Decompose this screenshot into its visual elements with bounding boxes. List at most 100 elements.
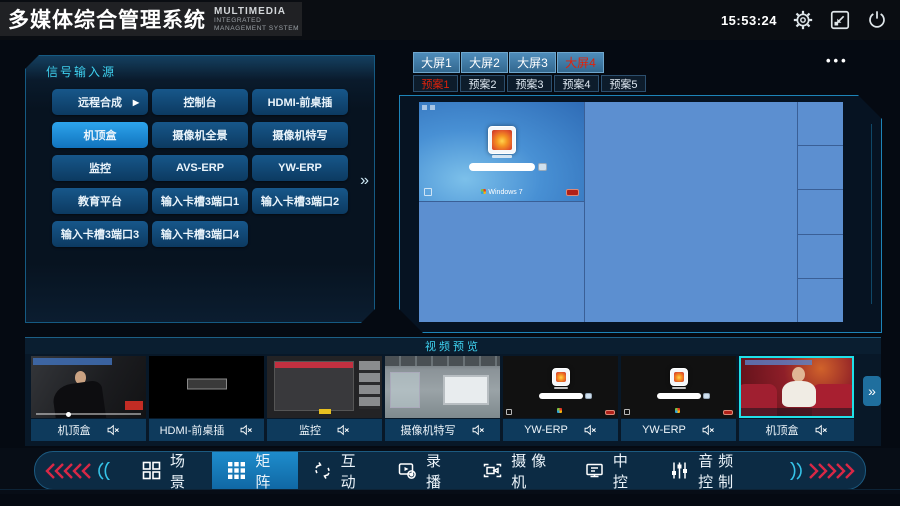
preview-item-yw-erp-2[interactable]: YW-ERP bbox=[621, 356, 736, 441]
source-button-surveillance[interactable]: 监控 bbox=[52, 155, 148, 181]
source-button-slot3-port1[interactable]: 输入卡槽3端口1 bbox=[152, 188, 248, 214]
source-button-hdmi-front-desk[interactable]: HDMI-前桌插 bbox=[252, 89, 348, 115]
wall-cell-r1[interactable] bbox=[798, 102, 843, 145]
nav-item-audio-control[interactable]: 音频控制 bbox=[655, 452, 773, 489]
tab-screen-3[interactable]: 大屏3 bbox=[509, 52, 556, 73]
mute-icon[interactable] bbox=[336, 423, 350, 437]
mute-icon[interactable] bbox=[471, 423, 485, 437]
tab-preset-2[interactable]: 预案2 bbox=[460, 75, 505, 92]
scale-window-icon[interactable] bbox=[829, 9, 851, 31]
window-corner-icons bbox=[422, 105, 435, 110]
screen-tab-bar: 大屏1 大屏2 大屏3 大屏4 bbox=[413, 52, 604, 73]
sync-arrows-icon bbox=[313, 461, 332, 480]
more-menu-icon[interactable]: ••• bbox=[826, 53, 849, 68]
source-button-slot3-port4[interactable]: 输入卡槽3端口4 bbox=[152, 221, 248, 247]
preview-label-bar: 机顶盒 bbox=[31, 419, 146, 441]
mode-nav-bar: 场景 矩阵 bbox=[34, 451, 866, 490]
preview-label-bar: YW-ERP bbox=[503, 419, 618, 441]
preview-thumb-windows-login[interactable] bbox=[621, 356, 736, 418]
decor-chevrons-left bbox=[35, 462, 123, 480]
windows-logo-label: Windows 7 bbox=[480, 189, 522, 196]
preview-label-bar: 摄像机特写 bbox=[385, 419, 500, 441]
source-button-yw-erp[interactable]: YW-ERP bbox=[252, 155, 348, 181]
tab-screen-2[interactable]: 大屏2 bbox=[461, 52, 508, 73]
preview-label-bar: HDMI-前桌插 bbox=[149, 419, 264, 441]
source-button-edu-platform[interactable]: 教育平台 bbox=[52, 188, 148, 214]
settings-gear-icon[interactable] bbox=[792, 9, 814, 31]
preview-thumb-black-screen[interactable] bbox=[149, 356, 264, 418]
source-button-settop-box[interactable]: 机顶盒 bbox=[52, 122, 148, 148]
nav-item-scenes[interactable]: 场景 bbox=[127, 452, 212, 489]
wall-layout-canvas: Windows 7 bbox=[399, 95, 882, 333]
preview-label-bar: YW-ERP bbox=[621, 419, 736, 441]
audio-sliders-icon bbox=[670, 461, 689, 480]
tab-preset-4[interactable]: 预案4 bbox=[554, 75, 599, 92]
wall-cell-r4[interactable] bbox=[798, 235, 843, 278]
record-display-icon bbox=[398, 461, 417, 480]
nav-item-camera[interactable]: 摄像机 bbox=[468, 452, 570, 489]
panel-expand-chevron-icon[interactable]: » bbox=[360, 172, 369, 190]
wall-cell-r3[interactable] bbox=[798, 190, 843, 233]
wall-cell-grid: Windows 7 bbox=[419, 102, 843, 322]
preview-label-bar: 机顶盒 bbox=[739, 419, 854, 441]
preset-tab-bar: 预案1 预案2 预案3 预案4 预案5 bbox=[413, 75, 646, 92]
wall-cell-empty[interactable] bbox=[419, 202, 584, 322]
source-button-slot3-port2[interactable]: 输入卡槽3端口2 bbox=[252, 188, 348, 214]
preview-thumb-surveillance-app[interactable] bbox=[267, 356, 382, 418]
preview-thumb-windows-login[interactable] bbox=[503, 356, 618, 418]
preview-item-settop-box[interactable]: 机顶盒 bbox=[31, 356, 146, 441]
preview-thumb-office-room[interactable] bbox=[385, 356, 500, 418]
app-root: 多媒体综合管理系统 MULTIMEDIA INTEGRATED MANAGEME… bbox=[0, 0, 900, 506]
windows-user-name bbox=[492, 155, 512, 158]
tab-preset-3[interactable]: 预案3 bbox=[507, 75, 552, 92]
wall-cell-r2[interactable] bbox=[798, 146, 843, 189]
source-button-slot3-port3[interactable]: 输入卡槽3端口3 bbox=[52, 221, 148, 247]
wall-left-column: Windows 7 bbox=[419, 102, 584, 322]
mute-icon[interactable] bbox=[239, 423, 253, 437]
tab-preset-5[interactable]: 预案5 bbox=[601, 75, 646, 92]
preview-item-surveillance[interactable]: 监控 bbox=[267, 356, 382, 441]
preview-next-chevron-icon[interactable]: » bbox=[863, 376, 881, 406]
signal-source-panel: 信号输入源 远程合成 ▶ 控制台 HDMI-前桌插 机顶盒 摄像机全景 摄像机特… bbox=[25, 55, 375, 323]
preview-item-hdmi[interactable]: HDMI-前桌插 bbox=[149, 356, 264, 441]
nav-item-recording[interactable]: 录播 bbox=[383, 452, 468, 489]
control-monitor-icon bbox=[585, 461, 604, 480]
preview-item-settop-box-selected[interactable]: 机顶盒 bbox=[739, 356, 854, 441]
tab-screen-1[interactable]: 大屏1 bbox=[413, 52, 460, 73]
app-title: 多媒体综合管理系统 bbox=[8, 4, 206, 34]
preview-thumb-tv-show-red[interactable] bbox=[739, 356, 854, 418]
source-button-avs-erp[interactable]: AVS-ERP bbox=[152, 155, 248, 181]
signal-source-grid: 远程合成 ▶ 控制台 HDMI-前桌插 机顶盒 摄像机全景 摄像机特写 监控 A… bbox=[52, 89, 348, 247]
mute-icon[interactable] bbox=[583, 423, 597, 437]
tab-preset-1[interactable]: 预案1 bbox=[413, 75, 458, 92]
source-button-remote-compose[interactable]: 远程合成 ▶ bbox=[52, 89, 148, 115]
app-subtitle: MULTIMEDIA INTEGRATED MANAGEMENT SYSTEM bbox=[214, 6, 302, 32]
mute-icon[interactable] bbox=[701, 423, 715, 437]
video-camera-icon bbox=[483, 461, 502, 480]
grid-2x2-icon bbox=[142, 461, 161, 480]
app-subtitle-line2: INTEGRATED MANAGEMENT SYSTEM bbox=[214, 17, 302, 32]
nav-item-central-control[interactable]: 中控 bbox=[570, 452, 655, 489]
wall-cell-windows-source[interactable]: Windows 7 bbox=[419, 102, 584, 201]
nav-item-interaction[interactable]: 互动 bbox=[298, 452, 383, 489]
source-button-camera-closeup[interactable]: 摄像机特写 bbox=[252, 122, 348, 148]
windows-password-input bbox=[469, 163, 535, 171]
brand-block: 多媒体综合管理系统 MULTIMEDIA INTEGRATED MANAGEME… bbox=[0, 2, 302, 36]
top-right-controls: 15:53:24 bbox=[721, 0, 888, 40]
mute-icon[interactable] bbox=[814, 423, 828, 437]
grid-3x3-icon bbox=[227, 461, 246, 480]
source-button-camera-panorama[interactable]: 摄像机全景 bbox=[152, 122, 248, 148]
windows-shutdown-button bbox=[566, 189, 579, 196]
nav-item-matrix[interactable]: 矩阵 bbox=[212, 452, 297, 489]
wall-cell-r5[interactable] bbox=[798, 279, 843, 322]
preview-thumb-tv-show[interactable] bbox=[31, 356, 146, 418]
app-subtitle-line1: MULTIMEDIA bbox=[214, 6, 302, 18]
clock: 15:53:24 bbox=[721, 13, 777, 28]
power-icon[interactable] bbox=[866, 9, 888, 31]
tab-screen-4[interactable]: 大屏4 bbox=[557, 52, 604, 73]
source-button-console[interactable]: 控制台 bbox=[152, 89, 248, 115]
preview-item-camera-closeup[interactable]: 摄像机特写 bbox=[385, 356, 500, 441]
wall-cell-center[interactable] bbox=[585, 102, 797, 322]
preview-item-yw-erp-1[interactable]: YW-ERP bbox=[503, 356, 618, 441]
mute-icon[interactable] bbox=[106, 423, 120, 437]
